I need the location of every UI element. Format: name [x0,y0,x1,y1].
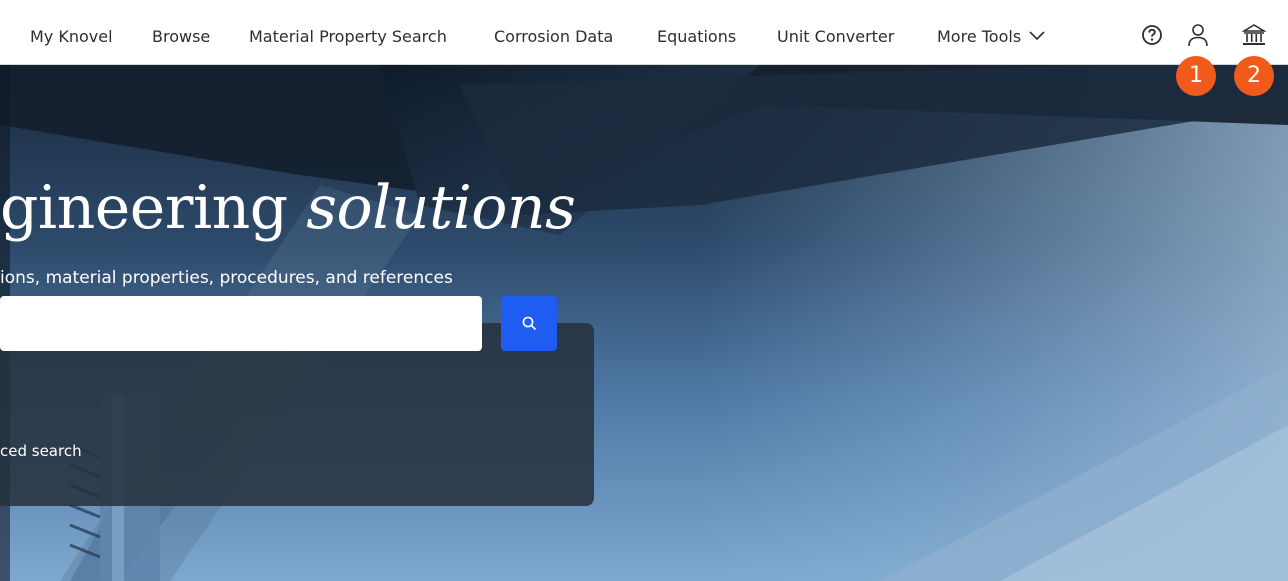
nav-more-tools[interactable]: More Tools [937,0,1045,64]
nav-corrosion-data[interactable]: Corrosion Data [494,0,613,64]
headline-plain-text: gineering [0,173,307,243]
hero-subheadline: ions, material properties, procedures, a… [0,268,453,288]
chevron-down-icon [1029,30,1045,40]
headline-italic-text: solutions [306,173,576,243]
search-input[interactable] [0,296,482,351]
nav-equations[interactable]: Equations [657,0,736,64]
annotation-badge-1: 1 [1176,56,1216,96]
search-icon [522,316,537,331]
nav-unit-converter[interactable]: Unit Converter [777,0,894,64]
user-icon[interactable] [1186,22,1210,48]
search-button[interactable] [501,296,557,351]
annotation-badge-2: 2 [1234,56,1274,96]
nav-my-knovel[interactable]: My Knovel [30,0,113,64]
institution-icon[interactable] [1241,22,1267,48]
nav-more-tools-label: More Tools [937,27,1022,46]
hero-headline: gineering solutions [0,173,576,243]
help-icon[interactable] [1140,22,1164,48]
nav-browse[interactable]: Browse [152,0,210,64]
advanced-search-link[interactable]: ced search [0,442,82,460]
top-navigation: My Knovel Browse Material Property Searc… [0,0,1288,65]
nav-material-property-search[interactable]: Material Property Search [249,0,447,64]
